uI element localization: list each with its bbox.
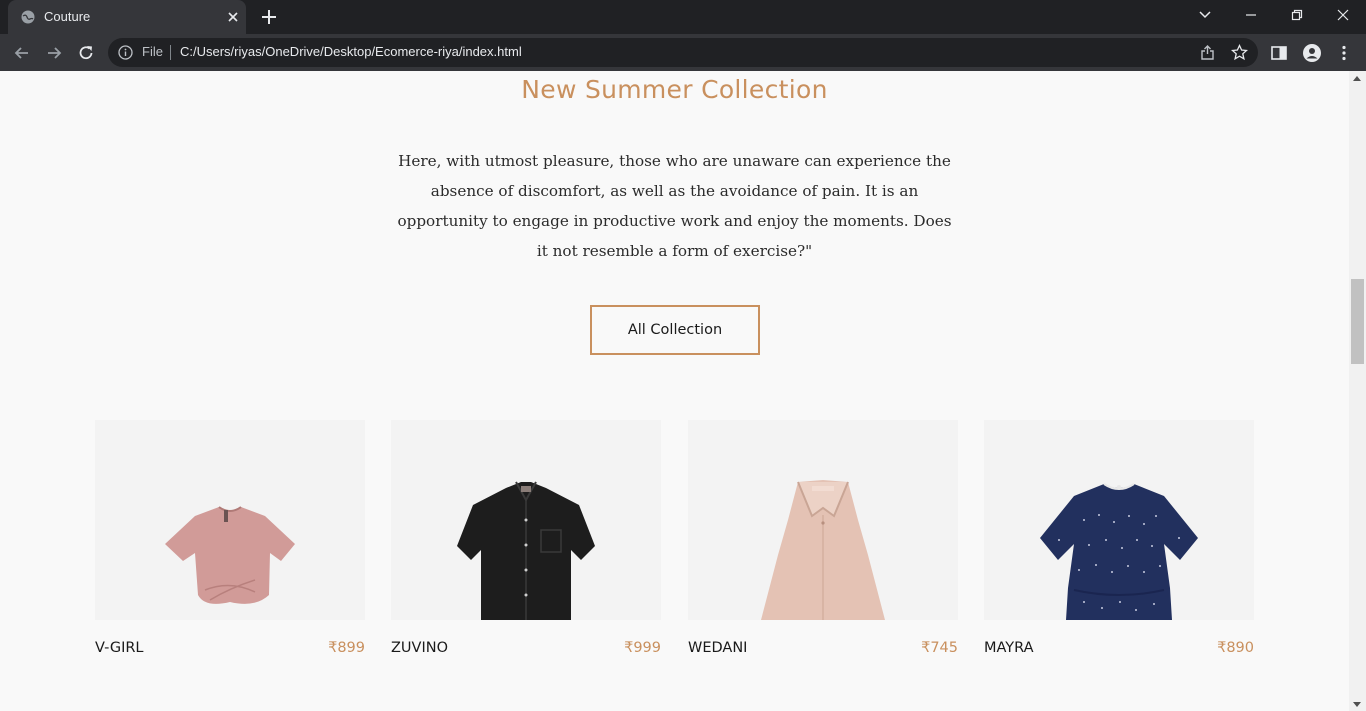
all-collection-button[interactable]: All Collection [590,305,760,355]
product-name[interactable]: MAYRA [984,640,1034,656]
product-card[interactable]: ZUVINO ₹999 [391,420,661,656]
product-price: ₹745 [921,640,958,656]
globe-icon [21,10,35,24]
collection-heading: New Summer Collection [521,75,828,104]
omnibox-divider [170,45,171,60]
restore-button[interactable] [1274,0,1320,30]
forward-arrow-icon[interactable] [44,43,64,63]
minimize-button[interactable] [1228,0,1274,30]
tab-search-button[interactable] [1182,0,1228,30]
address-bar[interactable]: File C:/Users/riyas/OneDrive/Desktop/Eco… [108,38,1258,67]
close-window-button[interactable] [1320,0,1366,30]
product-image[interactable] [688,420,958,620]
page-viewport: New Summer Collection Here, with utmost … [0,71,1349,711]
tab-title: Couture [44,9,91,24]
restore-icon [1291,9,1303,21]
back-arrow-icon[interactable] [12,43,32,63]
vertical-scrollbar[interactable] [1349,71,1366,711]
pink-tshirt-icon [165,506,295,604]
product-image[interactable] [95,420,365,620]
product-image[interactable] [984,420,1254,620]
product-name[interactable]: WEDANI [688,640,747,656]
product-image[interactable] [391,420,661,620]
scheme-label: File [142,44,163,59]
scroll-down-arrow-icon[interactable] [1353,702,1361,707]
reload-icon[interactable] [76,43,96,63]
product-name[interactable]: V-GIRL [95,640,144,656]
minimize-icon [1246,14,1256,16]
chevron-down-icon [1199,11,1211,19]
share-icon[interactable] [1199,44,1216,61]
side-panel-icon[interactable] [1269,43,1289,63]
product-price: ₹899 [328,640,365,656]
url-text[interactable]: C:/Users/riyas/OneDrive/Desktop/Ecomerce… [180,44,522,59]
black-shirt-icon [457,481,595,620]
close-icon [1337,9,1349,21]
product-name[interactable]: ZUVINO [391,640,448,656]
product-card[interactable]: WEDANI ₹745 [688,420,958,656]
scrollbar-thumb[interactable] [1351,279,1364,364]
product-card[interactable]: MAYRA ₹890 [984,420,1254,656]
browser-tab[interactable]: Couture [8,0,246,34]
menu-kebab-icon[interactable] [1334,43,1354,63]
product-card[interactable]: V-GIRL ₹899 [95,420,365,656]
new-tab-icon[interactable] [260,8,278,26]
info-icon[interactable] [118,45,133,60]
bookmark-star-icon[interactable] [1231,44,1248,61]
scroll-up-arrow-icon[interactable] [1353,76,1361,81]
browser-toolbar: File C:/Users/riyas/OneDrive/Desktop/Eco… [0,34,1366,71]
navy-ruffle-top-icon [1040,483,1198,620]
product-price: ₹890 [1217,640,1254,656]
profile-avatar-icon[interactable] [1302,43,1322,63]
browser-tab-strip: Couture [0,0,1366,34]
beige-halter-top-icon [761,480,885,620]
product-price: ₹999 [624,640,661,656]
collection-description: Here, with utmost pleasure, those who ar… [397,152,952,260]
close-tab-icon[interactable] [225,9,241,25]
